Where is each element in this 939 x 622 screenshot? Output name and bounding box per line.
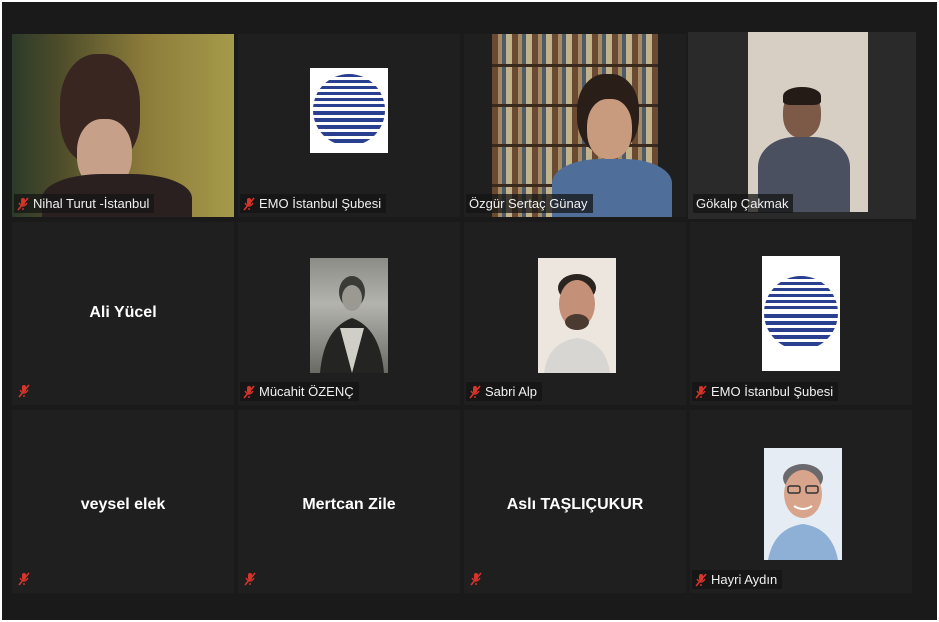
participant-name: Ali Yücel — [89, 304, 157, 321]
microphone-muted-icon — [470, 572, 482, 586]
participant-name: Özgür Sertaç Günay — [469, 196, 588, 211]
participant-tile-active-speaker[interactable]: Gökalp Çakmak — [688, 32, 916, 219]
participant-tile[interactable]: Sabri Alp — [464, 222, 686, 405]
participant-name: Hayri Aydın — [711, 572, 778, 587]
participant-tile[interactable]: Nihal Turut -İstanbul — [12, 34, 234, 217]
participant-name: Aslı TAŞLIÇUKUR — [506, 496, 644, 513]
participant-tile[interactable]: EMO İstanbul Şubesi — [690, 222, 912, 405]
microphone-muted-icon — [469, 384, 481, 399]
microphone-muted-icon — [243, 196, 255, 211]
participant-label: Hayri Aydın — [692, 570, 783, 589]
participant-name: Gökalp Çakmak — [696, 196, 789, 211]
participant-name: EMO İstanbul Şubesi — [711, 384, 834, 399]
microphone-muted-icon — [243, 384, 255, 399]
participant-photo — [764, 448, 842, 560]
microphone-muted-icon — [17, 196, 29, 211]
emo-logo — [310, 68, 388, 153]
participant-tile[interactable]: veysel elek — [12, 410, 234, 593]
participant-name: Nihal Turut -İstanbul — [33, 196, 150, 211]
participant-photo — [538, 258, 616, 373]
participant-tile[interactable]: Hayri Aydın — [690, 410, 912, 593]
microphone-muted-icon — [244, 572, 256, 586]
participant-label: EMO İstanbul Şubesi — [692, 382, 839, 401]
participant-label: Nihal Turut -İstanbul — [14, 194, 155, 213]
participant-tile[interactable]: Aslı TAŞLIÇUKUR — [464, 410, 686, 593]
participant-tile[interactable]: Özgür Sertaç Günay — [464, 34, 686, 217]
participant-name: veysel elek — [80, 496, 166, 513]
participant-label: Mücahit ÖZENÇ — [240, 382, 359, 401]
participant-name: Mertcan Zile — [302, 496, 396, 513]
participant-tile[interactable]: Mertcan Zile — [238, 410, 460, 593]
participant-label: Gökalp Çakmak — [693, 194, 794, 213]
emo-logo — [762, 256, 840, 371]
participant-photo — [310, 258, 388, 373]
participant-label: Sabri Alp — [466, 382, 543, 401]
microphone-muted-icon — [695, 572, 707, 587]
microphone-muted-icon — [695, 384, 707, 399]
participant-video — [492, 34, 672, 217]
participant-video — [688, 32, 916, 219]
participant-name: Sabri Alp — [485, 384, 538, 399]
participant-name: Mücahit ÖZENÇ — [259, 384, 354, 399]
participant-tile[interactable]: Mücahit ÖZENÇ — [238, 222, 460, 405]
participant-video — [12, 34, 234, 217]
participant-tile[interactable]: EMO İstanbul Şubesi — [238, 34, 460, 217]
participant-label: EMO İstanbul Şubesi — [240, 194, 387, 213]
meeting-gallery: Nihal Turut -İstanbul EMO İstanbul Şubes… — [2, 2, 937, 620]
participant-label: Özgür Sertaç Günay — [466, 194, 593, 213]
microphone-muted-icon — [18, 384, 30, 398]
microphone-muted-icon — [18, 572, 30, 586]
participant-tile[interactable]: Ali Yücel — [12, 222, 234, 405]
participant-name: EMO İstanbul Şubesi — [259, 196, 382, 211]
